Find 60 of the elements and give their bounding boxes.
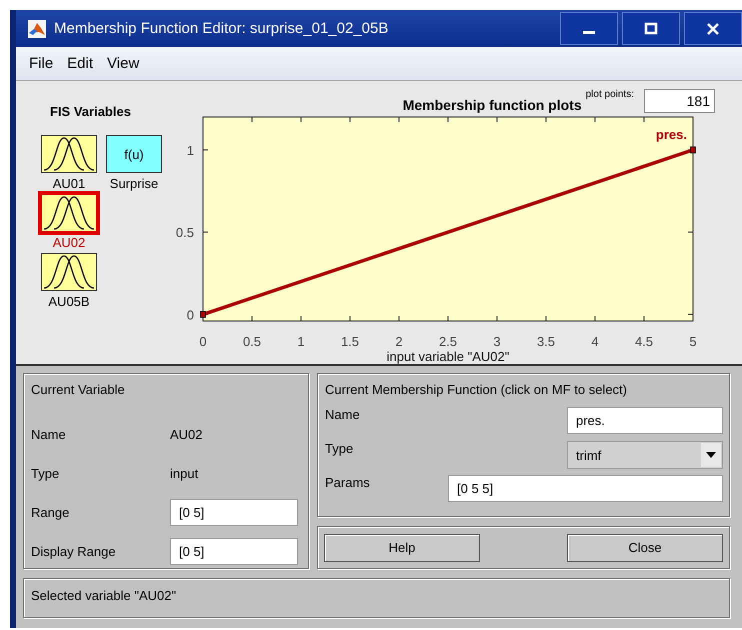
input-field[interactable]: [0 5] (170, 538, 298, 565)
field-label: Name (31, 427, 67, 442)
series-label: pres. (656, 126, 687, 142)
type-dropdown[interactable]: trimf (567, 441, 723, 469)
tick-label: 5 (689, 334, 697, 349)
menu-item[interactable]: Edit (60, 53, 100, 74)
maximize-button[interactable] (622, 12, 680, 45)
caret-icon (706, 452, 716, 458)
menu-item[interactable]: File (22, 53, 60, 74)
field-label: Params (325, 475, 370, 490)
tick-label: 0 (186, 307, 194, 322)
tick-label: 0.5 (176, 225, 194, 240)
field-value: input (170, 466, 200, 481)
tick-label: 3.5 (536, 334, 556, 349)
field-label: Type (325, 441, 354, 456)
field-label: Range (31, 505, 70, 520)
input-variable-block[interactable] (38, 191, 100, 235)
panel-title: Current Variable (31, 382, 125, 397)
input-field[interactable]: [0 5 5] (448, 475, 723, 502)
section-title: FIS Variables (50, 104, 131, 119)
tick-label: 2 (395, 334, 403, 349)
status-text: Selected variable "AU02" (31, 588, 176, 603)
field-value: AU02 (170, 427, 204, 442)
tick-label: 2.5 (438, 334, 458, 349)
variable-label: AU02 (52, 235, 86, 250)
tick-label: 0.5 (242, 334, 262, 349)
tick-label: 1 (297, 334, 305, 349)
variable-label: Surprise (110, 176, 158, 191)
plot-points-label: plot points: (586, 89, 634, 100)
tick-label: 4.5 (634, 334, 654, 349)
tick-label: 0 (199, 334, 207, 349)
vertex-marker[interactable] (690, 146, 696, 154)
variable-label: AU01 (52, 176, 86, 191)
output-variable-block[interactable]: f(u) (106, 135, 162, 173)
window-title: Membership Function Editor: surprise_01_02_05B (54, 20, 390, 37)
tick-label: 3 (493, 334, 501, 349)
close-button[interactable] (684, 12, 742, 45)
app-logo-icon (28, 20, 46, 38)
tick-label: 1 (186, 142, 194, 158)
tick-label: 1.5 (340, 334, 360, 349)
panel-title: Current Membership Function (click on MF to select) (325, 382, 627, 397)
close-icon (705, 22, 721, 36)
menu-item[interactable]: View (100, 53, 146, 74)
maximize-icon (643, 22, 659, 36)
help-button[interactable]: Help (324, 534, 480, 562)
input-variable-block[interactable] (41, 253, 97, 291)
close-button[interactable]: Close (567, 534, 723, 562)
field-label: Display Range (31, 544, 117, 559)
plot-points-field[interactable]: 181 (644, 89, 715, 113)
input-field[interactable]: [0 5] (170, 499, 298, 526)
input-variable-block[interactable] (41, 135, 97, 173)
minimize-icon (583, 31, 595, 34)
tick-label: 4 (591, 334, 599, 349)
axis-title: input variable "AU02" (386, 349, 510, 364)
variable-label: AU05B (48, 294, 90, 309)
field-label: Name (325, 407, 360, 422)
vertex-marker[interactable] (200, 311, 206, 318)
chart-title: Membership function plots (402, 97, 582, 113)
field-label: Type (31, 466, 60, 481)
input-field[interactable]: pres. (567, 407, 723, 434)
